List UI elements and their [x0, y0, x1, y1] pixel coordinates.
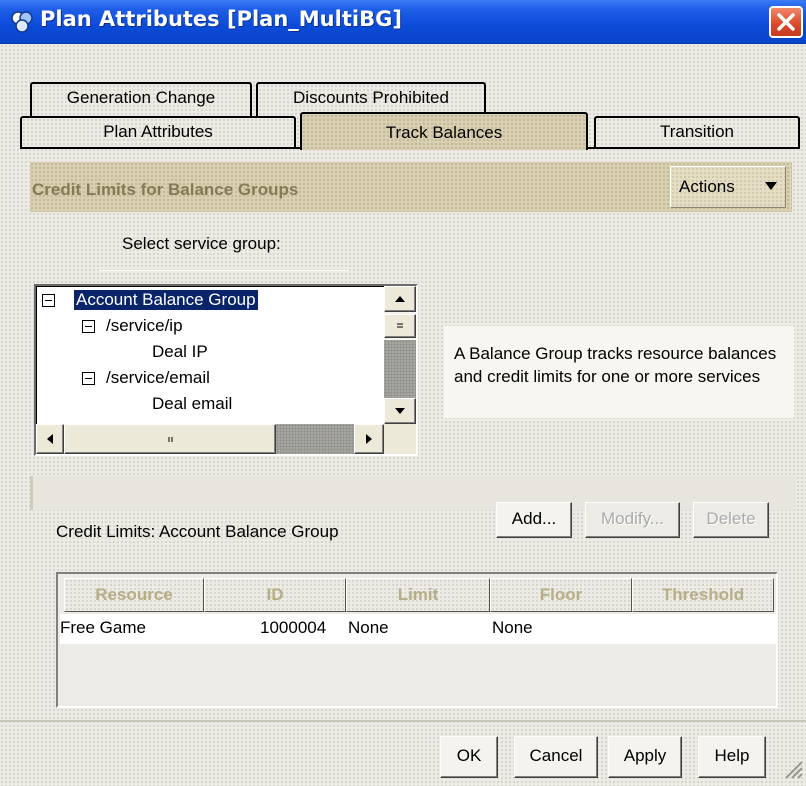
delete-button[interactable]: Delete	[693, 502, 769, 538]
resize-grip-icon[interactable]	[780, 756, 804, 785]
tree-node-label: /service/email	[106, 368, 210, 387]
tree-node-label: Deal IP	[152, 342, 208, 361]
cell-floor: None	[492, 618, 533, 637]
tree-node-deal-email[interactable]: Deal email	[152, 394, 232, 414]
credit-limits-table[interactable]: Resource ID Limit Floor Threshold Free G…	[56, 572, 778, 708]
cell-resource: Free Game	[60, 618, 146, 637]
scroll-left-button[interactable]	[36, 424, 64, 454]
section-divider	[30, 476, 796, 510]
scroll-track[interactable]	[276, 424, 354, 454]
close-icon	[777, 13, 795, 31]
add-button[interactable]: Add...	[496, 502, 572, 538]
table-row[interactable]: Free Game 1000004 None None	[60, 614, 776, 644]
select-service-group-label: Select service group:	[122, 234, 281, 253]
column-header-threshold[interactable]: Threshold	[632, 578, 774, 612]
scroll-right-button[interactable]	[354, 424, 384, 454]
arrow-right-icon	[366, 434, 372, 444]
scroll-up-button[interactable]	[384, 286, 416, 312]
tab-transition[interactable]: Transition	[594, 116, 800, 148]
tab-label: Plan Attributes	[103, 122, 213, 141]
window-title: Plan Attributes [Plan_MultiBG]	[40, 7, 402, 31]
grip-icon	[397, 323, 403, 328]
tab-label: Transition	[659, 122, 734, 141]
tree-node-deal-ip[interactable]: Deal IP	[152, 342, 208, 362]
cell-id: 1000004	[260, 618, 327, 637]
cell-limit: None	[348, 618, 389, 637]
tab-plan-attributes[interactable]: Plan Attributes	[20, 116, 296, 148]
tab-label: Discounts Prohibited	[293, 88, 449, 107]
tab-generation-change[interactable]: Generation Change	[30, 82, 252, 116]
tab-discounts-prohibited[interactable]: Discounts Prohibited	[256, 82, 486, 116]
arrow-down-icon	[395, 408, 405, 414]
help-button[interactable]: Help	[698, 736, 766, 778]
scroll-track[interactable]	[384, 340, 416, 398]
expander-minus-icon[interactable]	[42, 294, 55, 307]
credit-limits-label: Credit Limits: Account Balance Group	[56, 522, 339, 541]
actions-button[interactable]: Actions	[670, 166, 786, 208]
cancel-button[interactable]: Cancel	[514, 736, 598, 778]
dropdown-arrow-icon	[765, 182, 777, 190]
tab-label: Generation Change	[66, 88, 216, 107]
tree-horizontal-scrollbar[interactable]	[36, 424, 384, 454]
tab-track-balances[interactable]: Track Balances	[300, 112, 588, 150]
section-title: Credit Limits for Balance Groups	[32, 180, 299, 199]
expander-minus-icon[interactable]	[82, 320, 95, 333]
arrow-left-icon	[47, 434, 53, 444]
tab-label: Track Balances	[385, 123, 503, 142]
tree-vertical-scrollbar[interactable]	[384, 286, 416, 424]
ok-button[interactable]: OK	[440, 736, 498, 778]
modify-button[interactable]: Modify...	[585, 502, 680, 538]
label-underline	[100, 270, 348, 271]
tree-node-label: /service/ip	[106, 316, 183, 335]
scroll-grip-thumb[interactable]	[384, 314, 416, 338]
apply-button[interactable]: Apply	[608, 736, 682, 778]
info-box: A Balance Group tracks resource balances…	[444, 326, 794, 418]
scroll-corner	[384, 424, 416, 454]
expander-minus-icon[interactable]	[82, 372, 95, 385]
scroll-horizontal-thumb[interactable]	[64, 424, 276, 454]
column-header-resource[interactable]: Resource	[64, 578, 204, 612]
app-icon	[10, 10, 34, 34]
tree-node-label: Deal email	[152, 394, 233, 413]
info-text: A Balance Group tracks resource balances…	[454, 344, 777, 386]
scroll-down-button[interactable]	[384, 398, 416, 424]
column-header-floor[interactable]: Floor	[490, 578, 632, 612]
column-header-limit[interactable]: Limit	[346, 578, 490, 612]
arrow-up-icon	[395, 296, 405, 302]
close-button[interactable]	[769, 6, 803, 38]
footer-separator	[0, 720, 806, 722]
grip-icon	[168, 437, 173, 442]
actions-label: Actions	[679, 177, 735, 196]
column-header-id[interactable]: ID	[204, 578, 346, 612]
tree-node-label: Account Balance Group	[74, 290, 258, 310]
